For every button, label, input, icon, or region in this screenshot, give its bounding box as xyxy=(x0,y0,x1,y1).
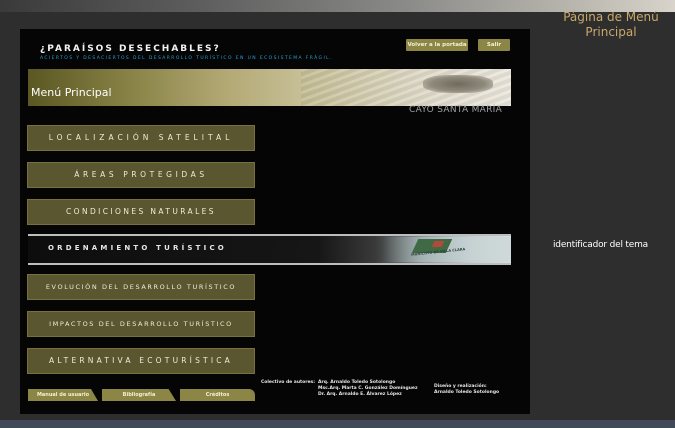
authors-label: Colectivo de autores: xyxy=(261,380,316,385)
banner-photo-rock xyxy=(423,75,493,93)
app-subtitle: ACIERTOS Y DESACIERTOS DEL DESARROLLO TU… xyxy=(40,56,333,61)
menu-item-areas-protegidas[interactable]: ÁREAS PROTEGIDAS xyxy=(27,162,255,188)
design-author: Arnaldo Toledo Sotolongo xyxy=(434,390,500,395)
app-window: ¿PARAÍSOS DESECHABLES? ACIERTOS Y DESACI… xyxy=(20,29,530,414)
app-title: ¿PARAÍSOS DESECHABLES? xyxy=(40,44,221,54)
bibliography-button[interactable]: Bibliografía xyxy=(102,389,176,401)
bottom-strip xyxy=(0,420,675,428)
banner-label: Menú Principal xyxy=(31,86,112,99)
page-annotation-title: Página de Menú Principal xyxy=(563,10,659,39)
back-to-cover-button[interactable]: Volver a la portada xyxy=(406,39,468,51)
theme-identifier-annotation: identificador del tema xyxy=(553,240,648,250)
active-theme-map: MUNICIPIO DE VILLA CLARA xyxy=(383,237,511,262)
menu-item-evolucion[interactable]: EVOLUCIÓN DEL DESARROLLO TURÍSTICO xyxy=(27,274,255,300)
place-name: CAYO SANTA MARÍA xyxy=(409,105,503,115)
active-menu-label: ORDENAMIENTO TURÍSTICO xyxy=(48,244,227,252)
user-manual-button[interactable]: Manual de usuario xyxy=(28,389,98,401)
menu-item-localizacion[interactable]: LOCALIZACIÓN SATELITAL xyxy=(27,125,255,151)
menu-item-condiciones-naturales[interactable]: CONDICIONES NATURALES xyxy=(27,199,255,225)
menu-item-impactos[interactable]: IMPACTOS DEL DESARROLLO TURÍSTICO xyxy=(27,311,255,337)
authors-list: Arq. Arnaldo Toledo Sotolongo Msc.Arq. M… xyxy=(318,380,418,398)
exit-button[interactable]: Salir xyxy=(478,39,510,51)
menu-item-alternativa-ecoturistica[interactable]: ALTERNATIVA ECOTURÍSTICA xyxy=(27,348,255,374)
design-credits: Diseño y realización: Arnaldo Toledo Sot… xyxy=(434,384,499,396)
section-banner: Menú Principal xyxy=(28,69,511,106)
author-3: Dr. Arq. Arnaldo E. Álvarez López xyxy=(318,392,402,397)
menu-item-ordenamiento-active[interactable]: ORDENAMIENTO TURÍSTICO MUNICIPIO DE VILL… xyxy=(28,234,511,265)
credits-button[interactable]: Créditos xyxy=(180,389,255,401)
